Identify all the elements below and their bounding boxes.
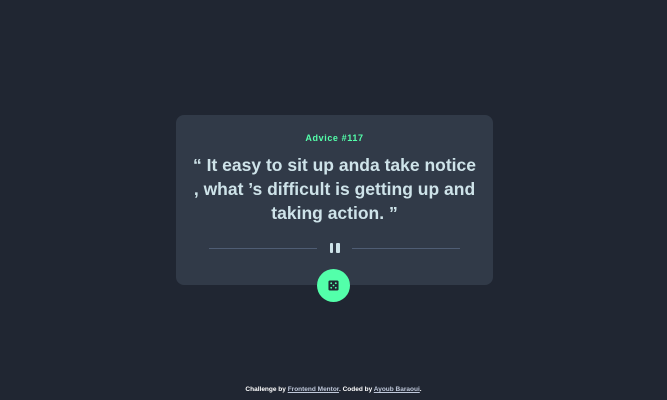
advice-id-label: Advice #117 bbox=[305, 133, 364, 143]
author-link[interactable]: Ayoub Baraoui bbox=[374, 386, 420, 393]
new-advice-button[interactable] bbox=[317, 269, 350, 302]
divider-line-right bbox=[352, 248, 460, 249]
pause-bar-left bbox=[329, 243, 333, 253]
attribution-middle: . Coded by bbox=[338, 386, 374, 393]
frontend-mentor-link[interactable]: Frontend Mentor bbox=[288, 386, 339, 393]
pause-bar-right bbox=[336, 243, 340, 253]
advice-quote: “ It easy to sit up anda take notice , w… bbox=[193, 155, 476, 223]
attribution-prefix: Challenge by bbox=[245, 386, 288, 393]
attribution-suffix: . bbox=[419, 386, 422, 393]
pause-icon bbox=[329, 243, 341, 254]
attribution: Challenge by Frontend Mentor. Coded by A… bbox=[0, 386, 667, 393]
dice-icon bbox=[328, 280, 339, 291]
advice-card: Advice #117 “ It easy to sit up anda tak… bbox=[176, 115, 493, 285]
divider bbox=[209, 243, 460, 255]
divider-line-left bbox=[209, 248, 317, 249]
